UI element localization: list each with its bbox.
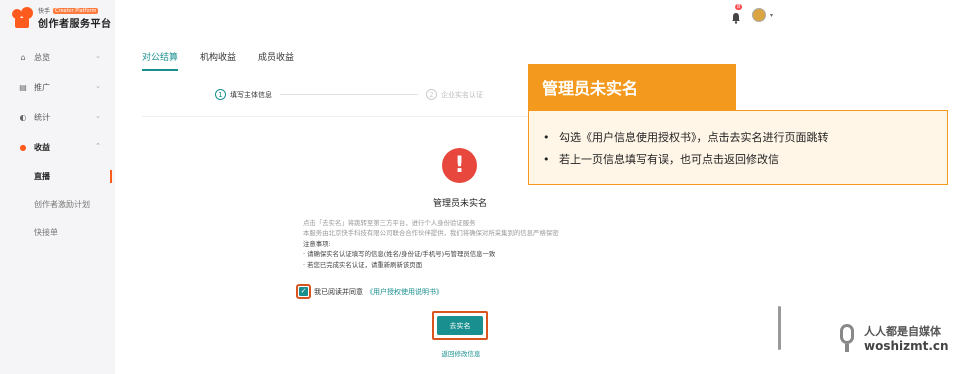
sidebar-subitem-label: 创作者激励计划 xyxy=(34,199,90,209)
step-indicator: 1 填写主体信息 2 企业实名认证 xyxy=(215,89,483,100)
notice-title: 注意事项: xyxy=(303,239,331,248)
watermark-cn: 人人都是自媒体 xyxy=(864,325,941,338)
sidebar-subitem-incentive[interactable]: 创作者激励计划 xyxy=(0,190,115,218)
step-1: 1 填写主体信息 xyxy=(215,89,272,100)
sidebar-item-revenue[interactable]: ● 收益 ⌃ xyxy=(0,132,115,162)
tab-agency-revenue[interactable]: 机构收益 xyxy=(200,50,236,71)
step-label: 填写主体信息 xyxy=(230,90,272,99)
tab-bar: 对公结算 机构收益 成员收益 xyxy=(142,50,316,71)
chevron-up-icon: ⌃ xyxy=(95,142,101,150)
home-icon: ⌂ xyxy=(20,52,26,62)
verify-name-button[interactable]: 去实名 xyxy=(437,316,483,335)
bullet-icon: • xyxy=(543,131,550,144)
notice-item-2: · 若您已完成实名认证，请重新刷新该页面 xyxy=(303,260,423,269)
watermark-en: woshizmt.cn xyxy=(864,339,949,353)
step-number: 1 xyxy=(215,89,226,100)
promote-icon: ▤ xyxy=(19,82,27,92)
step-2: 2 企业实名认证 xyxy=(426,89,483,100)
sidebar-subitem-live[interactable]: 直播 xyxy=(0,162,115,190)
stats-icon: ◐ xyxy=(19,112,27,122)
step-label: 企业实名认证 xyxy=(441,90,483,99)
chevron-down-icon: ⌄ xyxy=(95,52,101,60)
chevron-down-icon: ⌄ xyxy=(95,112,101,120)
sidebar-item-label: 推广 xyxy=(34,82,50,92)
sidebar-subitem-label: 直播 xyxy=(34,171,50,181)
sidebar: 快手 Creator Platform 创作者服务平台 ⌂ 总览 ⌄ ▤ 推广 … xyxy=(0,0,115,374)
sidebar-nav: ⌂ 总览 ⌄ ▤ 推广 ⌄ ◐ 统计 ⌄ ● 收益 ⌃ 直播 创作者激励计划 快… xyxy=(0,42,115,246)
avatar[interactable] xyxy=(752,8,766,22)
agreement-row: ✓ 我已阅读并同意 《用户授权使用说明书》 xyxy=(296,284,443,299)
microphone-icon xyxy=(836,322,860,354)
notice-item-1: · 请确保实名认证填写的信息(姓名/身份证/手机号)与管理员信息一致 xyxy=(303,250,496,259)
desc-line-2: 本服务由北京快手科技有限公司联合合作伙伴提供，我们将确保对所采集到的信息严格保密 xyxy=(303,229,559,238)
check-icon: ✓ xyxy=(299,287,308,296)
sidebar-item-label: 统计 xyxy=(34,112,50,122)
agreement-link[interactable]: 《用户授权使用说明书》 xyxy=(366,287,443,297)
agreement-checkbox[interactable]: ✓ xyxy=(296,284,311,299)
sidebar-item-promote[interactable]: ▤ 推广 ⌄ xyxy=(0,72,115,102)
callout-bullet: • 勾选《用户信息使用授权书》，点击去实名进行页面跳转 xyxy=(543,127,947,149)
sidebar-item-label: 收益 xyxy=(34,142,50,152)
watermark: 人人都是自媒体 woshizmt.cn xyxy=(836,322,949,354)
callout-bullet-text: 勾选《用户信息使用授权书》，点击去实名进行页面跳转 xyxy=(559,131,829,144)
app-window: 快手 Creator Platform 创作者服务平台 ⌂ 总览 ⌄ ▤ 推广 … xyxy=(0,0,962,374)
back-to-edit-link[interactable]: 返回修改信息 xyxy=(436,348,486,358)
logo-title: 创作者服务平台 xyxy=(38,19,112,30)
callout-bullet-text: 若上一页信息填写有误，也可点击返回修改信 xyxy=(559,153,779,166)
logo-text: 快手 Creator Platform 创作者服务平台 xyxy=(38,6,112,30)
step-number: 2 xyxy=(426,89,437,100)
logo-badge: Creator Platform xyxy=(53,7,99,14)
chevron-down-icon: ⌄ xyxy=(95,82,101,90)
alert-icon: ! xyxy=(442,148,477,183)
tab-corporate-settlement[interactable]: 对公结算 xyxy=(142,50,179,71)
agreement-text: 我已阅读并同意 xyxy=(314,287,363,296)
scrollbar[interactable] xyxy=(778,306,781,350)
sidebar-subitem-label: 快接单 xyxy=(34,227,58,237)
notification-bell[interactable]: 8 xyxy=(730,4,743,24)
chevron-down-icon[interactable]: ▾ xyxy=(770,12,773,19)
cta-highlight: 去实名 xyxy=(432,311,488,340)
tab-member-revenue[interactable]: 成员收益 xyxy=(258,50,294,71)
bell-icon xyxy=(732,13,740,24)
callout-bullet: • 若上一页信息填写有误，也可点击返回修改信 xyxy=(543,149,947,171)
bullet-icon: • xyxy=(543,153,550,166)
header-actions: 8 ▾ xyxy=(730,4,773,24)
page-title: 管理员未实名 xyxy=(432,199,487,209)
notification-badge: 8 xyxy=(735,4,743,10)
desc-line-1: 点击「去实名」将跳转至第三方平台，进行个人身份验证服务 xyxy=(303,219,476,227)
callout-title: 管理员未实名 xyxy=(528,64,736,110)
step-connector xyxy=(280,94,418,95)
sidebar-subitem-orders[interactable]: 快接单 xyxy=(0,218,115,246)
revenue-icon: ● xyxy=(19,142,27,152)
description: 点击「去实名」将跳转至第三方平台，进行个人身份验证服务 本服务由北京快手科技有限… xyxy=(303,218,559,270)
callout-body: • 勾选《用户信息使用授权书》，点击去实名进行页面跳转 • 若上一页信息填写有误，也… xyxy=(528,110,948,185)
logo[interactable]: 快手 Creator Platform 创作者服务平台 xyxy=(12,6,112,30)
sidebar-item-label: 总览 xyxy=(34,52,50,62)
kuaishou-logo-icon xyxy=(12,7,34,29)
sidebar-item-stats[interactable]: ◐ 统计 ⌄ xyxy=(0,102,115,132)
logo-brand-small: 快手 xyxy=(38,8,51,15)
sidebar-item-overview[interactable]: ⌂ 总览 ⌄ xyxy=(0,42,115,72)
